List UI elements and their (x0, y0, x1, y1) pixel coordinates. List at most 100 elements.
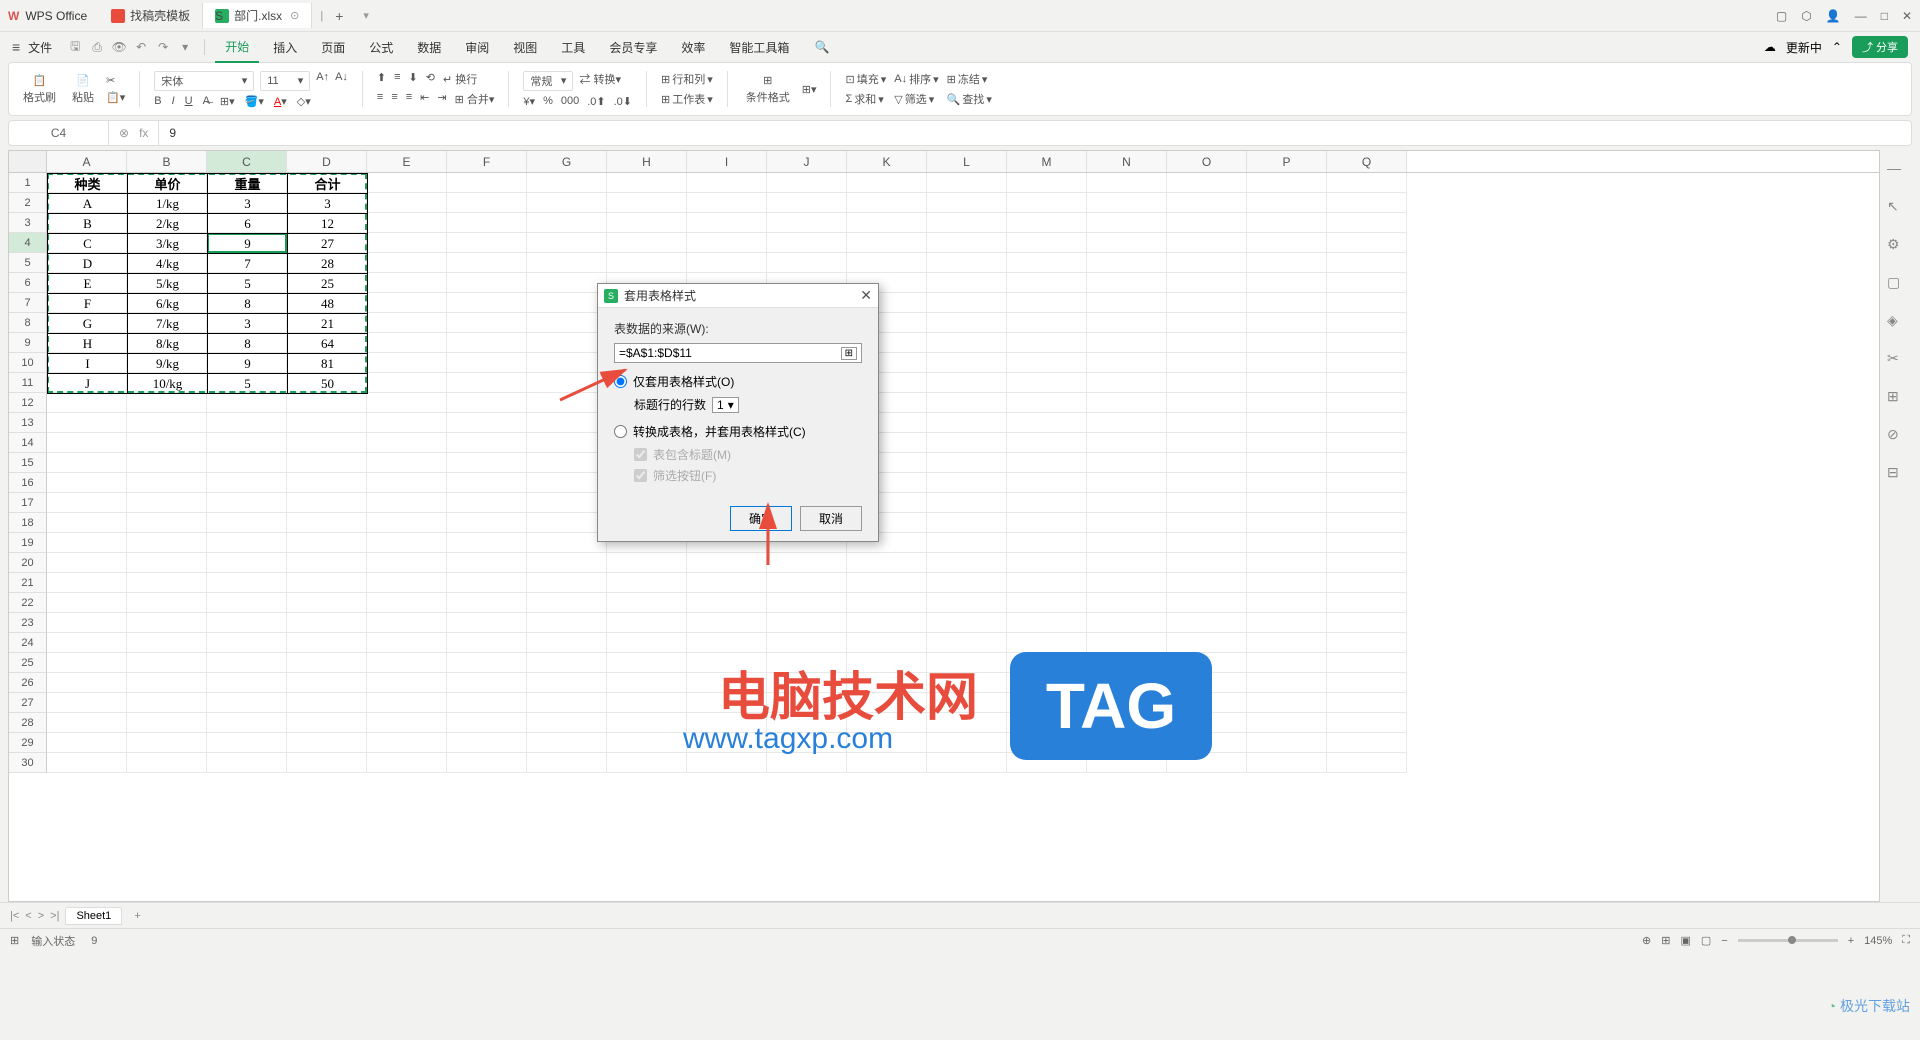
cell[interactable] (447, 373, 527, 393)
cell[interactable] (527, 633, 607, 653)
cell[interactable] (927, 733, 1007, 753)
table-cell[interactable]: D (48, 254, 128, 274)
more-icon[interactable]: ▾ (363, 9, 369, 22)
cell[interactable] (1247, 433, 1327, 453)
cell[interactable] (1327, 713, 1407, 733)
cell[interactable] (287, 733, 367, 753)
cell[interactable] (447, 353, 527, 373)
cell[interactable] (527, 553, 607, 573)
menu-smart[interactable]: 智能工具箱 (719, 33, 799, 62)
cell[interactable] (367, 393, 447, 413)
table-cell[interactable]: 8 (208, 294, 288, 314)
cell[interactable] (1007, 413, 1087, 433)
cell[interactable] (1247, 653, 1327, 673)
cell[interactable] (1167, 253, 1247, 273)
minimize-button[interactable]: — (1855, 9, 1867, 23)
cell[interactable] (367, 593, 447, 613)
cell[interactable] (1087, 373, 1167, 393)
cell[interactable] (207, 573, 287, 593)
cut-button[interactable]: ✂ (106, 74, 125, 87)
row-header[interactable]: 1 (9, 173, 47, 193)
cell[interactable] (927, 333, 1007, 353)
cell[interactable] (927, 453, 1007, 473)
cell[interactable] (527, 733, 607, 753)
cell[interactable] (527, 373, 607, 393)
cell[interactable] (687, 233, 767, 253)
table-cell[interactable]: 5 (208, 274, 288, 294)
cell[interactable] (367, 293, 447, 313)
cell[interactable] (127, 733, 207, 753)
cell[interactable] (367, 453, 447, 473)
cell[interactable] (1087, 573, 1167, 593)
expand-icon[interactable]: ⛶ (1902, 934, 1910, 947)
cell[interactable] (287, 633, 367, 653)
help-icon[interactable]: ⊘ (1887, 426, 1905, 444)
cell[interactable] (1007, 593, 1087, 613)
cell[interactable] (767, 593, 847, 613)
cell[interactable] (527, 653, 607, 673)
cell[interactable] (207, 453, 287, 473)
cell[interactable] (447, 333, 527, 353)
tab-close-icon[interactable]: ⊙ (290, 9, 299, 22)
cell[interactable] (607, 673, 687, 693)
cell[interactable] (1327, 573, 1407, 593)
cell[interactable] (1167, 293, 1247, 313)
table-cell[interactable]: F (48, 294, 128, 314)
cell[interactable] (127, 653, 207, 673)
select-icon[interactable]: ↖ (1887, 198, 1905, 216)
col-header[interactable]: O (1167, 151, 1247, 172)
cell[interactable] (1327, 273, 1407, 293)
underline-button[interactable]: U (185, 95, 193, 108)
cell[interactable] (527, 273, 607, 293)
cell[interactable] (1007, 473, 1087, 493)
cell[interactable] (1007, 273, 1087, 293)
view-icon4[interactable]: ▢ (1701, 934, 1711, 947)
cell[interactable] (1087, 473, 1167, 493)
table-cell[interactable]: 3/kg (128, 234, 208, 254)
cell[interactable] (1327, 413, 1407, 433)
cell[interactable] (1167, 613, 1247, 633)
cell[interactable] (127, 473, 207, 493)
font-select[interactable]: 宋体▾ (154, 71, 254, 91)
cell[interactable] (207, 613, 287, 633)
row-header[interactable]: 5 (9, 253, 47, 273)
cell[interactable] (527, 713, 607, 733)
cell[interactable] (127, 553, 207, 573)
cell[interactable] (287, 413, 367, 433)
cell[interactable] (687, 553, 767, 573)
cell[interactable] (207, 633, 287, 653)
row-header[interactable]: 6 (9, 273, 47, 293)
layout-icon[interactable]: ▢ (1776, 9, 1787, 23)
cell[interactable] (367, 753, 447, 773)
table-cell[interactable]: 7 (208, 254, 288, 274)
cell[interactable] (847, 553, 927, 573)
table-cell[interactable]: J (48, 374, 128, 394)
row-header[interactable]: 17 (9, 493, 47, 513)
row-header[interactable]: 7 (9, 293, 47, 313)
table-cell[interactable]: A (48, 194, 128, 214)
cell[interactable] (687, 193, 767, 213)
cell[interactable] (527, 473, 607, 493)
cell[interactable] (767, 553, 847, 573)
cell[interactable] (1327, 293, 1407, 313)
row-header[interactable]: 22 (9, 593, 47, 613)
row-header[interactable]: 11 (9, 373, 47, 393)
cell[interactable] (127, 493, 207, 513)
cell[interactable] (607, 553, 687, 573)
sheet-tab[interactable]: Sheet1 (65, 907, 122, 925)
cell[interactable] (1007, 393, 1087, 413)
cell[interactable] (207, 553, 287, 573)
cell[interactable] (1247, 373, 1327, 393)
cell[interactable] (1167, 313, 1247, 333)
zoom-in-button[interactable]: + (1848, 935, 1854, 947)
cell[interactable] (1247, 533, 1327, 553)
cell[interactable] (207, 733, 287, 753)
table-cell[interactable]: 5 (208, 374, 288, 394)
cell[interactable] (1087, 213, 1167, 233)
col-header[interactable]: H (607, 151, 687, 172)
menu-efficiency[interactable]: 效率 (671, 33, 715, 62)
col-header[interactable]: F (447, 151, 527, 172)
cell[interactable] (1087, 233, 1167, 253)
cell[interactable] (1247, 233, 1327, 253)
cell[interactable] (927, 393, 1007, 413)
